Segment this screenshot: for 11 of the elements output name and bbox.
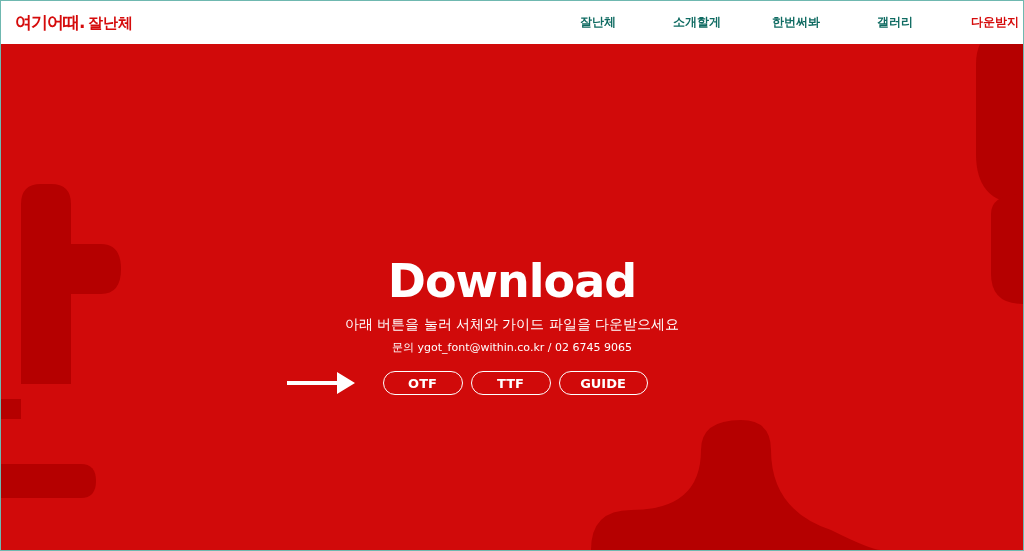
nav-link[interactable]: 갤러리 <box>845 14 944 31</box>
download-title: Download <box>387 254 637 308</box>
background-shape <box>1 399 21 419</box>
nav-link[interactable]: 한번써봐 <box>746 14 845 31</box>
logo[interactable]: 여기어때. 잘난체 <box>15 11 134 34</box>
contact-info: 문의 ygot_font@within.co.kr / 02 6745 9065 <box>392 340 632 355</box>
nav-link[interactable]: 다운받지 <box>944 14 1019 31</box>
right-arrow-icon <box>286 372 355 394</box>
nav-link[interactable]: 소개할게 <box>647 14 746 31</box>
subtitle: 아래 버튼을 눌러 서체와 가이드 파일을 다운받으세요 <box>344 316 680 334</box>
nav-link[interactable]: 잘난체 <box>548 14 647 31</box>
